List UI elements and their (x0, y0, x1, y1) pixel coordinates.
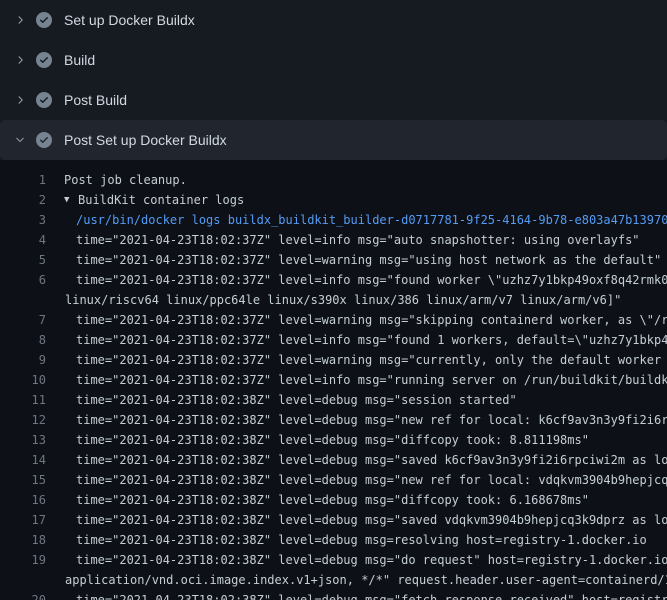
chevron-right-icon (12, 12, 28, 28)
log-line: 20 time="2021-04-23T18:02:38Z" level=deb… (0, 590, 667, 600)
log-line: 1 Post job cleanup. (0, 170, 667, 190)
log-line-text: time="2021-04-23T18:02:38Z" level=debug … (76, 470, 667, 490)
log-line-number[interactable]: 7 (0, 310, 46, 330)
log-line-number[interactable]: 8 (0, 330, 46, 350)
log-line: 17 time="2021-04-23T18:02:38Z" level=deb… (0, 510, 667, 530)
step-post-build[interactable]: Post Build (0, 80, 667, 120)
log-line-number[interactable]: 10 (0, 370, 46, 390)
chevron-right-icon (12, 92, 28, 108)
log-line: 6 time="2021-04-23T18:02:37Z" level=info… (0, 270, 667, 290)
log-line: 2 ▼ BuildKit container logs (0, 190, 667, 210)
log-line: 8 time="2021-04-23T18:02:37Z" level=info… (0, 330, 667, 350)
log-line-text: time="2021-04-23T18:02:37Z" level=info m… (76, 270, 667, 290)
step-list: Set up Docker Buildx Build Post Build (0, 0, 667, 160)
log-line: 11 time="2021-04-23T18:02:38Z" level=deb… (0, 390, 667, 410)
check-circle-icon (36, 52, 52, 68)
step-title: Build (64, 52, 95, 68)
log-line-number[interactable]: 11 (0, 390, 46, 410)
log-line-text: time="2021-04-23T18:02:38Z" level=debug … (76, 490, 589, 510)
log-line: 4 time="2021-04-23T18:02:37Z" level=info… (0, 230, 667, 250)
log-line-text: linux/riscv64 linux/ppc64le linux/s390x … (65, 290, 621, 310)
log-line-number[interactable]: 14 (0, 450, 46, 470)
chevron-down-icon (12, 132, 28, 148)
step-title: Post Build (64, 92, 127, 108)
log-line-number[interactable]: 9 (0, 350, 46, 370)
log-line-number[interactable]: 15 (0, 470, 46, 490)
log-line: 18 time="2021-04-23T18:02:38Z" level=deb… (0, 530, 667, 550)
log-line: 14 time="2021-04-23T18:02:38Z" level=deb… (0, 450, 667, 470)
log-line-text: Post job cleanup. (64, 170, 187, 190)
log-line: 9 time="2021-04-23T18:02:37Z" level=warn… (0, 350, 667, 370)
log-line-text: time="2021-04-23T18:02:37Z" level=info m… (76, 330, 667, 350)
log-line-number[interactable]: 2 (0, 190, 46, 210)
log-line-text: time="2021-04-23T18:02:38Z" level=debug … (76, 390, 517, 410)
step-set-up-docker-buildx[interactable]: Set up Docker Buildx (0, 0, 667, 40)
log-line-text: time="2021-04-23T18:02:38Z" level=debug … (76, 530, 647, 550)
log-panel: 1 Post job cleanup. 2 ▼ BuildKit contain… (0, 160, 667, 600)
log-line: 16 time="2021-04-23T18:02:38Z" level=deb… (0, 490, 667, 510)
log-line-number[interactable]: 17 (0, 510, 46, 530)
log-line-text: time="2021-04-23T18:02:38Z" level=debug … (76, 550, 667, 570)
log-line-number[interactable]: 3 (0, 210, 46, 230)
log-line: 5 time="2021-04-23T18:02:37Z" level=warn… (0, 250, 667, 270)
step-post-set-up-docker-buildx[interactable]: Post Set up Docker Buildx (0, 120, 667, 160)
log-line-text: /usr/bin/docker logs buildx_buildkit_bui… (76, 210, 667, 230)
log-line-text: time="2021-04-23T18:02:38Z" level=debug … (76, 430, 589, 450)
log-line: 10 time="2021-04-23T18:02:37Z" level=inf… (0, 370, 667, 390)
log-line: 13 time="2021-04-23T18:02:38Z" level=deb… (0, 430, 667, 450)
step-title: Post Set up Docker Buildx (64, 132, 227, 148)
log-line-text: BuildKit container logs (78, 190, 244, 210)
log-line-number[interactable]: 19 (0, 550, 46, 570)
log-line-text: time="2021-04-23T18:02:38Z" level=debug … (76, 410, 667, 430)
log-line-text: time="2021-04-23T18:02:38Z" level=debug … (76, 510, 667, 530)
step-title: Set up Docker Buildx (64, 12, 195, 28)
actions-log-viewer: Set up Docker Buildx Build Post Build (0, 0, 667, 600)
log-line-number[interactable]: 20 (0, 590, 46, 600)
log-line-text: time="2021-04-23T18:02:37Z" level=info m… (76, 370, 667, 390)
log-line-text: time="2021-04-23T18:02:37Z" level=warnin… (76, 310, 667, 330)
check-circle-icon (36, 92, 52, 108)
log-line-number[interactable]: 12 (0, 410, 46, 430)
log-line-text: application/vnd.oci.image.index.v1+json,… (65, 570, 667, 590)
log-line: 19 time="2021-04-23T18:02:38Z" level=deb… (0, 550, 667, 570)
log-line-number[interactable]: 6 (0, 270, 46, 290)
log-line-text: time="2021-04-23T18:02:38Z" level=debug … (76, 450, 667, 470)
log-line-text: time="2021-04-23T18:02:37Z" level=warnin… (76, 350, 667, 370)
log-line-number[interactable]: 4 (0, 230, 46, 250)
log-line-text: time="2021-04-23T18:02:37Z" level=info m… (76, 230, 640, 250)
chevron-right-icon (12, 52, 28, 68)
log-line-number[interactable]: 16 (0, 490, 46, 510)
log-line-text: time="2021-04-23T18:02:37Z" level=warnin… (76, 250, 661, 270)
log-line-number[interactable]: 5 (0, 250, 46, 270)
check-circle-icon (36, 132, 52, 148)
log-line: linux/riscv64 linux/ppc64le linux/s390x … (0, 290, 667, 310)
log-line: 12 time="2021-04-23T18:02:38Z" level=deb… (0, 410, 667, 430)
log-line-number[interactable]: 1 (0, 170, 46, 190)
check-circle-icon (36, 12, 52, 28)
log-group-triangle-icon[interactable]: ▼ (64, 190, 78, 210)
log-line: application/vnd.oci.image.index.v1+json,… (0, 570, 667, 590)
log-line: 7 time="2021-04-23T18:02:37Z" level=warn… (0, 310, 667, 330)
log-line: 15 time="2021-04-23T18:02:38Z" level=deb… (0, 470, 667, 490)
log-line-number[interactable]: 18 (0, 530, 46, 550)
log-line-text: time="2021-04-23T18:02:38Z" level=debug … (76, 590, 667, 600)
step-build[interactable]: Build (0, 40, 667, 80)
log-line: 3 /usr/bin/docker logs buildx_buildkit_b… (0, 210, 667, 230)
log-line-number[interactable]: 13 (0, 430, 46, 450)
